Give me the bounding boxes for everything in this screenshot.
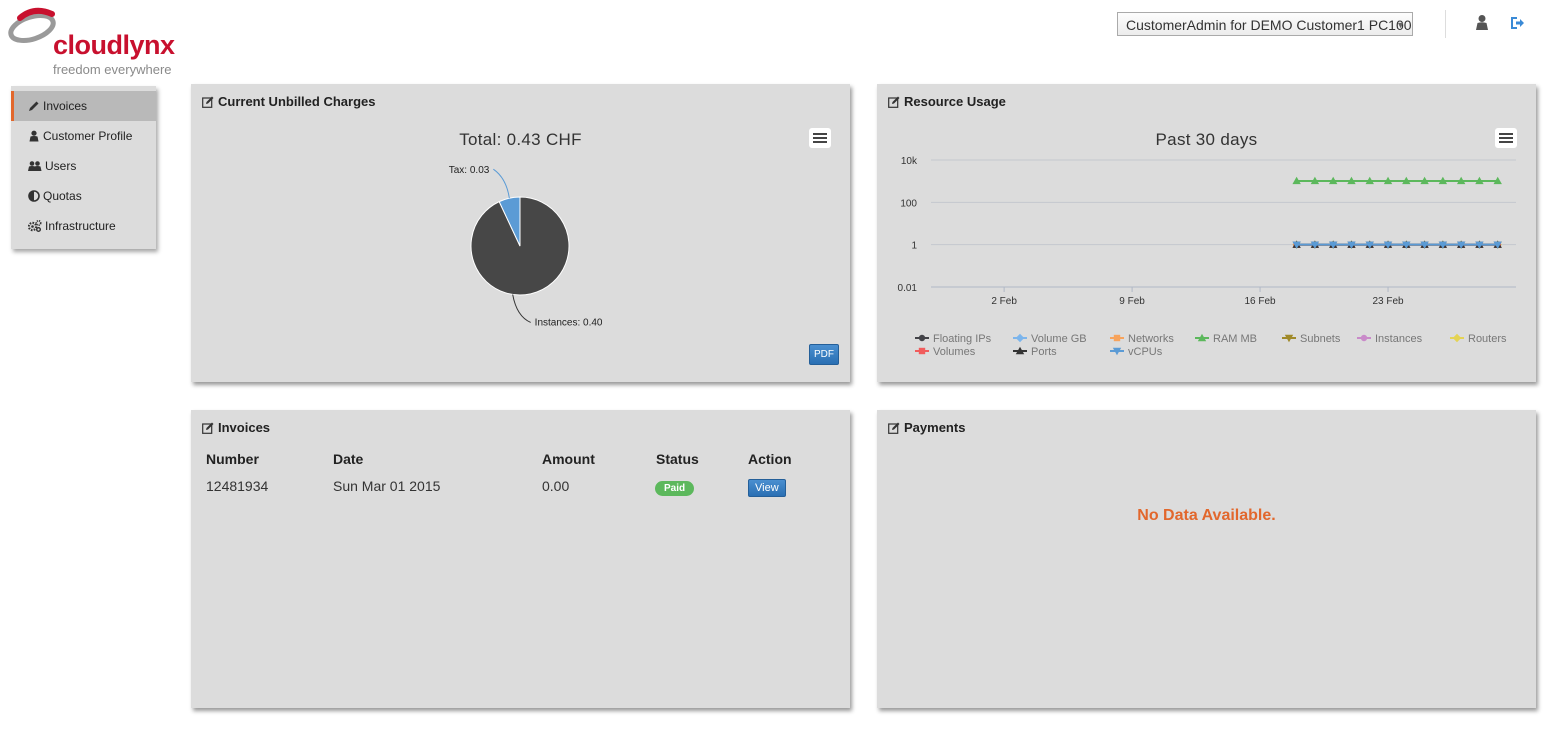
legend-item[interactable]: Routers bbox=[1450, 333, 1507, 345]
connector-instances bbox=[512, 294, 531, 323]
x-tick-label: 16 Feb bbox=[1244, 296, 1276, 307]
legend-item[interactable]: RAM MB bbox=[1195, 333, 1257, 345]
legend-marker[interactable] bbox=[918, 347, 926, 355]
legend-item[interactable]: vCPUs bbox=[1110, 346, 1163, 358]
cloudlynx-logo[interactable]: cloudlynx freedom everywhere bbox=[6, 6, 186, 78]
brand-tagline: freedom everywhere bbox=[53, 62, 172, 77]
edit-icon bbox=[888, 422, 900, 434]
chart-legend: Floating IPs Volume GB Networks RAM MB Subne… bbox=[915, 333, 1507, 358]
column-header-action: Action bbox=[748, 451, 792, 467]
y-tick-label: 100 bbox=[900, 198, 917, 209]
edit-icon bbox=[202, 422, 214, 434]
y-tick-label: 0.01 bbox=[898, 283, 918, 294]
column-header-amount: Amount bbox=[542, 451, 595, 467]
brand-name: cloudlynx bbox=[53, 30, 175, 60]
x-tick-label: 9 Feb bbox=[1119, 296, 1145, 307]
y-tick-label: 10k bbox=[901, 156, 918, 167]
sidebar-item-infrastructure[interactable]: Infrastructure bbox=[11, 211, 156, 241]
legend-label: Instances bbox=[1375, 333, 1423, 345]
status-badge: Paid bbox=[655, 481, 695, 496]
view-invoice-button[interactable]: View bbox=[748, 479, 786, 497]
adjust-icon bbox=[28, 190, 40, 202]
invoice-number: 12481934 bbox=[206, 478, 269, 494]
cogs-icon bbox=[28, 220, 42, 232]
panel-title: Invoices bbox=[202, 420, 270, 435]
no-data-message: No Data Available. bbox=[1137, 507, 1276, 524]
user-icon[interactable] bbox=[1474, 14, 1490, 32]
legend-label: RAM MB bbox=[1213, 333, 1257, 345]
legend-item[interactable]: Networks bbox=[1110, 333, 1174, 345]
legend-item[interactable]: Ports bbox=[1013, 346, 1057, 358]
account-selector[interactable]: CustomerAdmin for DEMO Customer1 PC100 ▼ bbox=[1117, 12, 1413, 36]
invoice-amount: 0.00 bbox=[542, 478, 570, 494]
connector-tax bbox=[493, 168, 510, 199]
legend-label: Volume GB bbox=[1031, 333, 1087, 345]
column-header-number: Number bbox=[206, 451, 259, 467]
legend-item[interactable]: Subnets bbox=[1282, 333, 1341, 345]
x-tick-label: 23 Feb bbox=[1372, 296, 1404, 307]
sign-out-icon[interactable] bbox=[1509, 14, 1525, 32]
pencil-icon bbox=[29, 101, 39, 111]
legend-marker[interactable] bbox=[1452, 333, 1462, 343]
legend-label: Ports bbox=[1031, 346, 1057, 358]
legend-item[interactable]: Instances bbox=[1357, 333, 1423, 345]
invoices-panel: Invoices Number Date Amount Status Actio… bbox=[191, 410, 850, 708]
legend-label: Floating IPs bbox=[933, 333, 992, 345]
panel-title: Payments bbox=[888, 420, 965, 435]
column-header-status: Status bbox=[656, 451, 699, 467]
sidebar-item-customer-profile[interactable]: Customer Profile bbox=[11, 121, 156, 151]
sidebar-item-label: Invoices bbox=[43, 99, 88, 113]
sidebar-item-label: Infrastructure bbox=[45, 219, 116, 233]
legend-marker[interactable] bbox=[918, 334, 926, 342]
user-icon bbox=[29, 130, 39, 142]
unbilled-charges-panel: Current Unbilled Charges Total: 0.43 CHF… bbox=[191, 84, 850, 382]
legend-item[interactable]: Volumes bbox=[915, 346, 976, 358]
sidebar-item-label: Quotas bbox=[43, 189, 82, 203]
legend-label: Routers bbox=[1468, 333, 1507, 345]
sidebar-item-invoices[interactable]: Invoices bbox=[11, 91, 156, 121]
x-tick-label: 2 Feb bbox=[991, 296, 1017, 307]
header-divider bbox=[1445, 10, 1446, 38]
legend-label: Volumes bbox=[933, 346, 976, 358]
chevron-down-icon: ▼ bbox=[1396, 20, 1405, 30]
sidebar-item-users[interactable]: Users bbox=[11, 151, 156, 181]
legend-item[interactable]: Floating IPs bbox=[915, 333, 992, 345]
legend-marker[interactable] bbox=[1360, 334, 1368, 342]
line-chart: 10k 100 1 0.01 2 Feb 9 Feb 16 Feb 23 Feb Floatin… bbox=[898, 156, 1516, 358]
resource-usage-panel: Resource Usage Past 30 days 10k 100 1 0.01 2… bbox=[877, 84, 1536, 382]
legend-marker[interactable] bbox=[1113, 334, 1121, 342]
pie-chart: Tax: 0.03 Instances: 0.40 bbox=[449, 165, 603, 328]
legend-marker[interactable] bbox=[1015, 333, 1025, 343]
y-tick-label: 1 bbox=[911, 241, 917, 252]
sidebar: Invoices Customer Profile Users Quotas I… bbox=[11, 86, 156, 249]
sidebar-item-label: Customer Profile bbox=[43, 129, 133, 143]
users-icon bbox=[28, 161, 42, 171]
legend-item[interactable]: Volume GB bbox=[1013, 333, 1087, 345]
sidebar-item-label: Users bbox=[45, 159, 77, 173]
series-ram-mb bbox=[1292, 176, 1502, 185]
data-label-instances: Instances: 0.40 bbox=[535, 317, 603, 328]
invoice-date: Sun Mar 01 2015 bbox=[333, 478, 441, 494]
data-label-tax: Tax: 0.03 bbox=[449, 165, 490, 176]
column-header-date: Date bbox=[333, 451, 364, 467]
legend-label: vCPUs bbox=[1128, 346, 1163, 358]
pdf-button[interactable]: PDF bbox=[809, 344, 839, 365]
legend-label: Subnets bbox=[1300, 333, 1341, 345]
sidebar-item-quotas[interactable]: Quotas bbox=[11, 181, 156, 211]
legend-label: Networks bbox=[1128, 333, 1174, 345]
account-selector-value: CustomerAdmin for DEMO Customer1 PC100 bbox=[1126, 17, 1412, 33]
payments-panel: Payments No Data Available. bbox=[877, 410, 1536, 708]
series-vcpus bbox=[1292, 241, 1502, 249]
